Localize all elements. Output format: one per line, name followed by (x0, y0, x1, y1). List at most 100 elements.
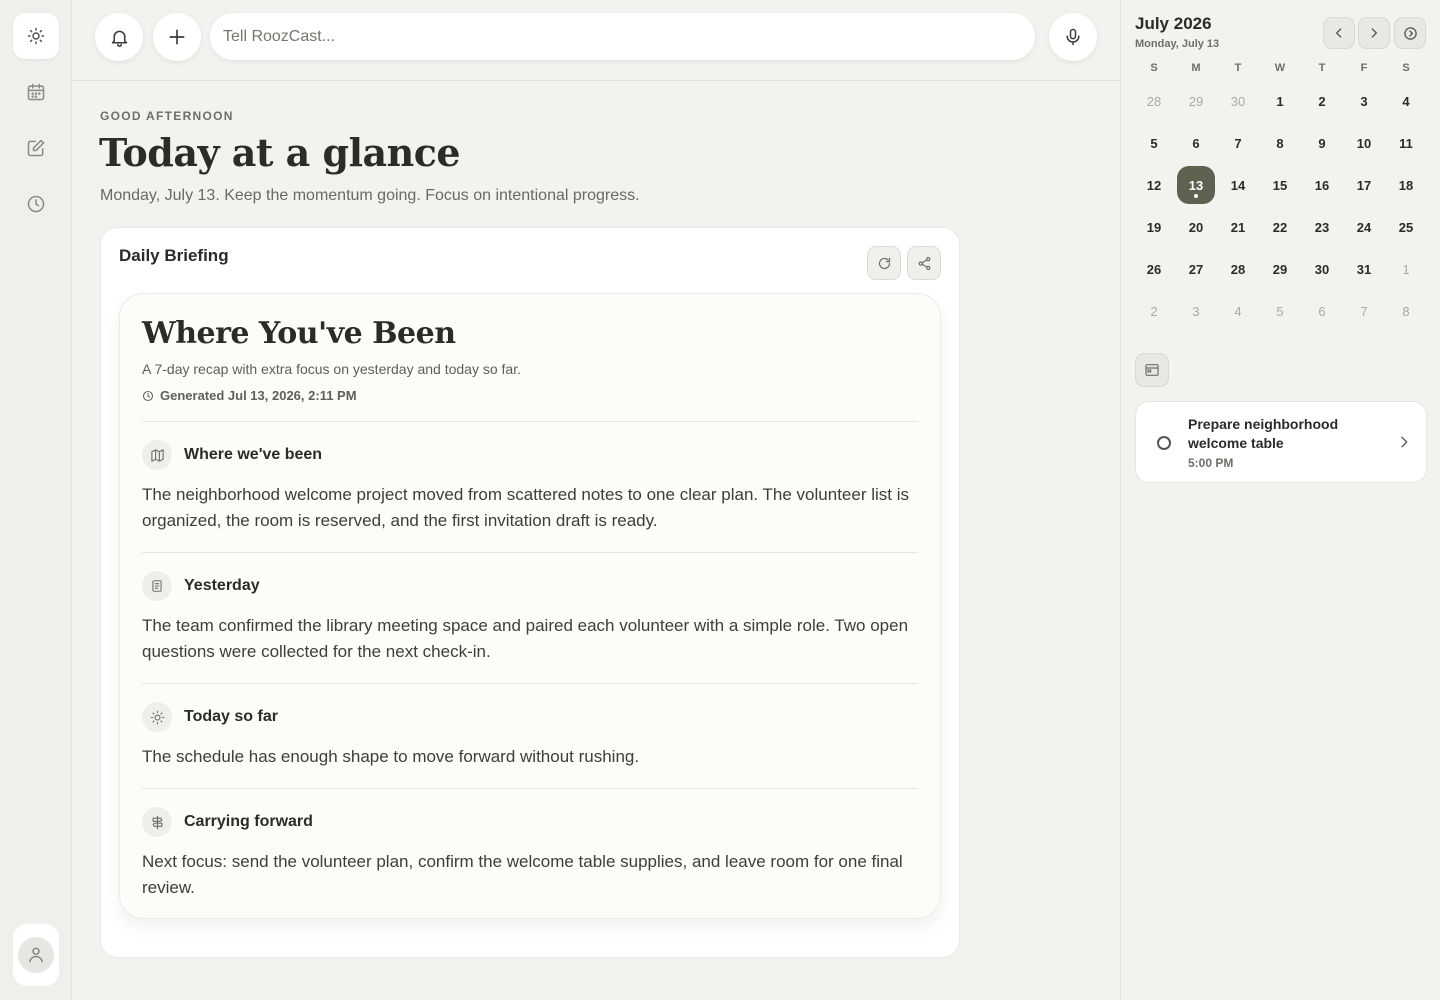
calendar-day-outside-month[interactable]: 5 (1259, 290, 1301, 332)
daily-briefing-card: Daily Briefing Where You've Been A 7-day… (100, 227, 960, 958)
calendar-day[interactable]: 16 (1301, 164, 1343, 206)
calendar-day[interactable]: 24 (1343, 206, 1385, 248)
calendar-grid: S M T W T F S 28 29 30 1 2 3 4 5 6 7 8 9 10 11 12 13 14 1… (1133, 62, 1427, 332)
calendar-week-row: 5 6 7 8 9 10 11 (1133, 122, 1427, 164)
calendar-day[interactable]: 14 (1217, 164, 1259, 206)
sun-icon (27, 27, 45, 45)
calendar-month: July 2026 (1135, 14, 1212, 33)
calendar-day[interactable]: 3 (1343, 80, 1385, 122)
calendar-day-outside-month[interactable]: 2 (1133, 290, 1175, 332)
calendar-day[interactable]: 25 (1385, 206, 1427, 248)
calendar-day[interactable]: 27 (1175, 248, 1217, 290)
share-button[interactable] (907, 246, 941, 280)
calendar-day[interactable]: 15 (1259, 164, 1301, 206)
chevron-left-icon (1336, 28, 1342, 38)
event-status-toggle[interactable] (1157, 436, 1171, 450)
calendar-day[interactable]: 17 (1343, 164, 1385, 206)
calendar-day[interactable]: 5 (1133, 122, 1175, 164)
calendar-day[interactable]: 2 (1301, 80, 1343, 122)
calendar-day[interactable]: 26 (1133, 248, 1175, 290)
rail-notes-button[interactable] (13, 125, 59, 171)
calendar-day[interactable]: 18 (1385, 164, 1427, 206)
calendar-window-icon (1145, 364, 1159, 376)
map-icon (150, 448, 164, 462)
greeting-eyebrow: GOOD AFTERNOON (100, 109, 234, 123)
calendar-day[interactable]: 28 (1217, 248, 1259, 290)
section-today-so-far: Today so far The schedule has enough sha… (142, 684, 918, 770)
weekday-label: S (1150, 62, 1158, 74)
event-card[interactable]: Prepare neighborhood welcome table 5:00 … (1135, 401, 1427, 483)
notifications-button[interactable] (95, 13, 143, 61)
calendar-day-outside-month[interactable]: 7 (1343, 290, 1385, 332)
calendar-day[interactable]: 9 (1301, 122, 1343, 164)
voice-input-button[interactable] (1049, 13, 1097, 61)
go-to-today-button[interactable] (1394, 17, 1426, 49)
share-icon (918, 256, 930, 270)
section-label: Carrying forward (184, 813, 313, 830)
generated-text: Generated Jul 13, 2026, 2:11 PM (160, 388, 357, 403)
calendar-day-selected[interactable]: 13 (1175, 164, 1217, 206)
calendar-day-outside-month[interactable]: 28 (1133, 80, 1175, 122)
calendar-weeks: 28 29 30 1 2 3 4 5 6 7 8 9 10 11 12 13 14 15 16 17 18 19 20 21 2… (1133, 80, 1427, 332)
calendar-day-outside-month[interactable]: 1 (1385, 248, 1427, 290)
calendar-day[interactable]: 4 (1385, 80, 1427, 122)
calendar-day[interactable]: 19 (1133, 206, 1175, 248)
section-yesterday: Yesterday The team confirmed the library… (142, 553, 918, 665)
chevron-right-icon (1401, 436, 1408, 448)
calendar-day-outside-month[interactable]: 8 (1385, 290, 1427, 332)
section-body: Next focus: send the volunteer plan, con… (142, 852, 903, 897)
section-label: Yesterday (184, 577, 260, 594)
calendar-day[interactable]: 29 (1259, 248, 1301, 290)
calendar-day-outside-month[interactable]: 30 (1217, 80, 1259, 122)
assistant-input[interactable] (210, 13, 1035, 60)
refresh-button[interactable] (867, 246, 901, 280)
calendar-day[interactable]: 11 (1385, 122, 1427, 164)
page-title: Today at a glance (99, 130, 461, 175)
section-carrying-forward: Carrying forward Next focus: send the vo… (142, 789, 918, 901)
recap-heading: Where You've Been (142, 316, 456, 351)
previous-month-button[interactable] (1323, 17, 1355, 49)
calendar-day[interactable]: 1 (1259, 80, 1301, 122)
weekday-label: M (1191, 62, 1201, 74)
calendar-day[interactable]: 8 (1259, 122, 1301, 164)
calendar-day[interactable]: 10 (1343, 122, 1385, 164)
calendar-day[interactable]: 22 (1259, 206, 1301, 248)
calendar-day[interactable]: 30 (1301, 248, 1343, 290)
calendar-day-outside-month[interactable]: 29 (1175, 80, 1217, 122)
plus-icon (169, 29, 185, 45)
section-body: The team confirmed the library meeting s… (142, 616, 909, 661)
clock-icon (142, 390, 154, 401)
section-body: The neighborhood welcome project moved f… (142, 485, 909, 530)
microphone-icon (1066, 28, 1080, 46)
calendar-day[interactable]: 31 (1343, 248, 1385, 290)
rail-history-button[interactable] (13, 181, 59, 227)
today-circle-icon (1403, 26, 1417, 40)
recap-panel: Where You've Been A 7-day recap with ext… (119, 293, 941, 919)
sun-icon (150, 710, 164, 724)
profile-button[interactable] (13, 924, 59, 986)
calendar-day[interactable]: 6 (1175, 122, 1217, 164)
calendar-day[interactable]: 21 (1217, 206, 1259, 248)
calendar-day[interactable]: 12 (1133, 164, 1175, 206)
calendar-icon (27, 83, 45, 101)
calendar-day-outside-month[interactable]: 6 (1301, 290, 1343, 332)
weekday-label: W (1274, 62, 1286, 74)
calendar-day-outside-month[interactable]: 4 (1217, 290, 1259, 332)
generated-timestamp: Generated Jul 13, 2026, 2:11 PM (142, 388, 918, 403)
calendar-day-outside-month[interactable]: 3 (1175, 290, 1217, 332)
avatar (18, 937, 54, 973)
calendar-day[interactable]: 20 (1175, 206, 1217, 248)
calendar-day[interactable]: 7 (1217, 122, 1259, 164)
next-month-button[interactable] (1358, 17, 1390, 49)
weekday-header: S M T W T F S (1133, 62, 1427, 80)
rail-calendar-button[interactable] (13, 69, 59, 115)
weekday-label: T (1318, 62, 1326, 74)
page-subtitle: Monday, July 13. Keep the momentum going… (100, 187, 640, 204)
calendar-day[interactable]: 23 (1301, 206, 1343, 248)
calendar-week-row: 28 29 30 1 2 3 4 (1133, 80, 1427, 122)
briefing-title: Daily Briefing (119, 246, 229, 265)
agenda-view-button[interactable] (1135, 353, 1169, 387)
calendar-panel: July 2026 Monday, July 13 S M T W T F S … (1120, 0, 1440, 1000)
add-button[interactable] (153, 13, 201, 61)
rail-today-button[interactable] (13, 13, 59, 59)
